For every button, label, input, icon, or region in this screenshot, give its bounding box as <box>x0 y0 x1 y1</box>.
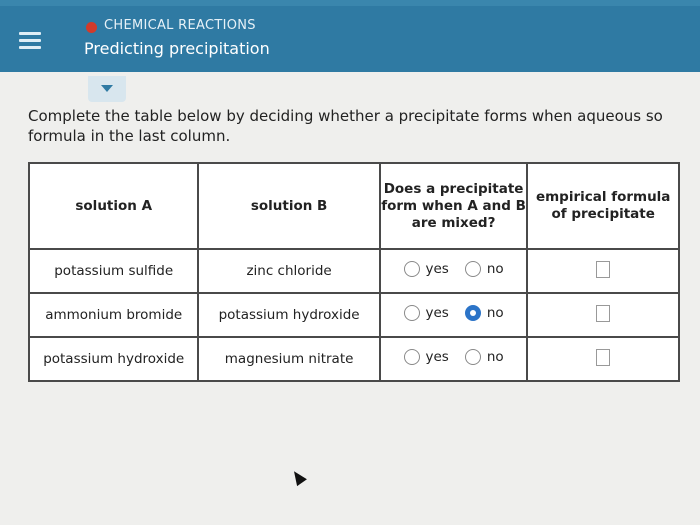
formula-answer-input[interactable] <box>596 304 611 322</box>
topic-status-dot-icon <box>86 22 97 33</box>
precipitation-table: solution A solution B Does a precipitate… <box>27 162 680 382</box>
cell-solution-b: potassium hydroxide <box>197 292 381 338</box>
radio-yes-circle[interactable] <box>403 349 420 365</box>
menu-icon-bar <box>19 39 41 42</box>
cell-solution-a: ammonium bromide <box>27 292 200 338</box>
radio-no-circle[interactable] <box>464 349 481 365</box>
radio-yes-label: yes <box>425 349 449 365</box>
menu-icon-bar <box>19 46 41 49</box>
cell-precipitate-choice: yes no <box>378 248 529 294</box>
table-header-row: solution A solution B Does a precipitate… <box>27 162 680 250</box>
header-strip <box>0 0 700 6</box>
instructions-text: Complete the table below by deciding whe… <box>28 106 698 146</box>
cell-solution-a: potassium sulfide <box>27 248 200 294</box>
radio-yes[interactable]: yes <box>403 305 449 321</box>
formula-answer-input[interactable] <box>596 348 611 366</box>
radio-no[interactable]: no <box>464 305 504 321</box>
radio-yes[interactable]: yes <box>403 261 449 277</box>
radio-yes-circle[interactable] <box>403 305 420 321</box>
chevron-down-icon[interactable] <box>88 76 126 102</box>
cell-empirical-formula <box>526 248 680 294</box>
cell-empirical-formula <box>526 336 680 382</box>
app-header: CHEMICAL REACTIONS Predicting precipitat… <box>0 0 700 72</box>
table-row: ammonium bromide potassium hydroxide yes no <box>27 292 680 338</box>
instructions-line-1: Complete the table below by deciding whe… <box>28 107 663 125</box>
radio-no-circle[interactable] <box>464 305 481 321</box>
page-title: Predicting precipitation <box>84 39 270 58</box>
instructions-line-2: formula in the last column. <box>28 127 231 145</box>
radio-yes-label: yes <box>425 305 449 321</box>
header-empirical-formula: empirical formula of precipitate <box>526 162 680 250</box>
table-row: potassium sulfide zinc chloride yes no <box>27 248 680 294</box>
cell-solution-b: magnesium nitrate <box>197 336 381 382</box>
radio-yes-label: yes <box>425 261 449 277</box>
cell-precipitate-choice: yes no <box>378 336 529 382</box>
cell-solution-a: potassium hydroxide <box>27 336 200 382</box>
radio-no[interactable]: no <box>464 349 504 365</box>
cell-precipitate-choice: yes no <box>378 292 529 338</box>
radio-yes[interactable]: yes <box>403 349 449 365</box>
radio-no-label: no <box>486 305 504 321</box>
topic-label: CHEMICAL REACTIONS <box>104 18 256 33</box>
radio-yes-circle[interactable] <box>403 261 420 277</box>
cell-solution-b: zinc chloride <box>197 248 381 294</box>
formula-answer-input[interactable] <box>596 260 611 278</box>
menu-icon-bar <box>19 32 41 35</box>
header-solution-b: solution B <box>197 162 381 250</box>
radio-no-circle[interactable] <box>464 261 481 277</box>
cell-empirical-formula <box>526 292 680 338</box>
header-precipitate-question: Does a precipitate form when A and B are… <box>378 162 529 250</box>
radio-no-label: no <box>486 261 504 277</box>
menu-button[interactable] <box>14 26 48 52</box>
header-solution-a: solution A <box>27 162 200 250</box>
table-row: potassium hydroxide magnesium nitrate yes n… <box>27 336 680 382</box>
radio-no[interactable]: no <box>464 261 504 277</box>
radio-no-label: no <box>486 349 504 365</box>
